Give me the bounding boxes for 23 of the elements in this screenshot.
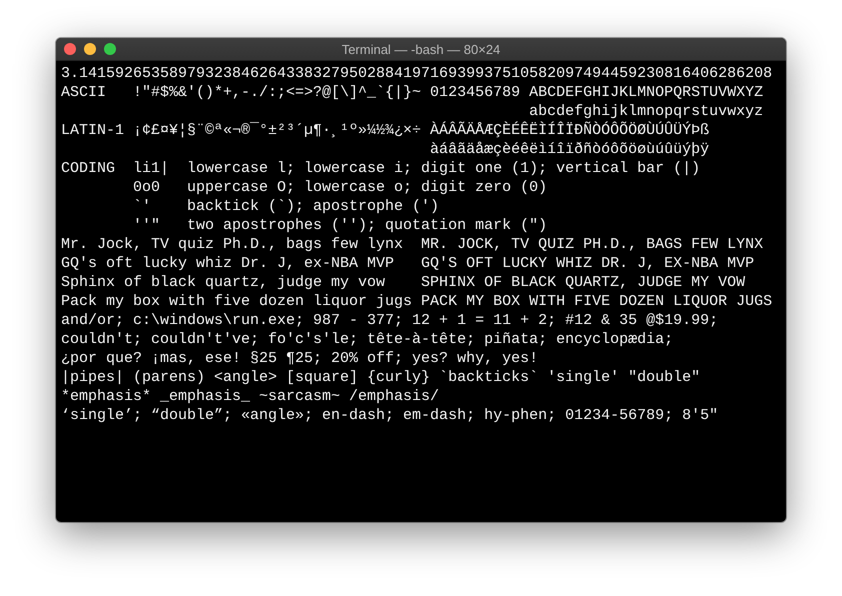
- terminal-line: LATIN-1 ¡¢£¤¥¦§¨©ª«¬®¯°±²³´µ¶·¸¹º»¼½¾¿×÷ ÀÁÂÃÄÅÆÇÈÉÊËÌÍÎÏÐÑÒÓÔÕÖØÙÚÛÜÝÞß: [61, 122, 710, 139]
- terminal-line: CODING li1| lowercase l; lowercase i; digit one (1); vertical bar (|): [61, 160, 700, 177]
- terminal-line: Mr. Jock, TV quiz Ph.D., bags few lynx MR. JOCK, TV QUIZ PH.D., BAGS FEW LYNX: [61, 236, 764, 253]
- terminal-line: *emphasis* _emphasis_ ~sarcasm~ /emphasis/: [61, 388, 440, 405]
- terminal-line: àáâãäåæçèéêëìíîïðñòóôõöøùúûüýþÿ: [429, 141, 710, 158]
- minimize-button[interactable]: [84, 43, 96, 55]
- terminal-line: 0o0 uppercase O; lowercase o; digit zero (0): [132, 179, 548, 196]
- terminal-line: ¿por que? ¡mas, ese! §25 ¶25; 20% off; yes? why, yes!: [61, 350, 538, 367]
- terminal-line: `' backtick (`); apostrophe ('): [132, 198, 440, 215]
- terminal-line: and/or; c:\windows\run.exe; 987 - 377; 12 + 1 = 11 + 2; #12 & 35 @$19.99;: [61, 312, 718, 329]
- window-title: Terminal — -bash — 80×24: [342, 42, 500, 56]
- terminal-line: ''" two apostrophes (''); quotation mark ("): [132, 217, 548, 234]
- terminal-line: Pack my box with five dozen liquor jugs PACK MY BOX WITH FIVE DOZEN LIQUOR JUGS: [61, 293, 772, 310]
- terminal-line: 3.14159265358979323846264338327950288419716939937510582097494459230816406286208: [61, 65, 772, 82]
- terminal-line: couldn't; couldn't've; fo'c's'le; tête-à-tête; piñata; encyclopædia;: [61, 331, 674, 348]
- zoom-button[interactable]: [104, 43, 116, 55]
- terminal-line: Sphinx of black quartz, judge my vow SPHINX OF BLACK QUARTZ, JUDGE MY VOW: [61, 274, 746, 291]
- terminal-line: ASCII !"#$%&'()*+,-./:;<=>?@[\]^_`{|}~ 0123456789 ABCDEFGHIJKLMNOPQRSTUVWXYZ: [61, 84, 764, 101]
- close-button[interactable]: [64, 43, 76, 55]
- terminal-line: |pipes| (parens) <angle> [square] {curly} `backticks` 'single' "double": [61, 369, 700, 386]
- terminal-line: abcdefghijklmnopqrstuvwxyz: [528, 103, 764, 120]
- terminal-line: GQ's oft lucky whiz Dr. J, ex-NBA MVP GQ'S OFT LUCKY WHIZ DR. J, EX-NBA MVP: [61, 255, 754, 272]
- terminal-line: ‘single’; “double”; «angle»; en-dash; em-dash; hy-phen; 01234-56789; 8′5″: [61, 407, 718, 424]
